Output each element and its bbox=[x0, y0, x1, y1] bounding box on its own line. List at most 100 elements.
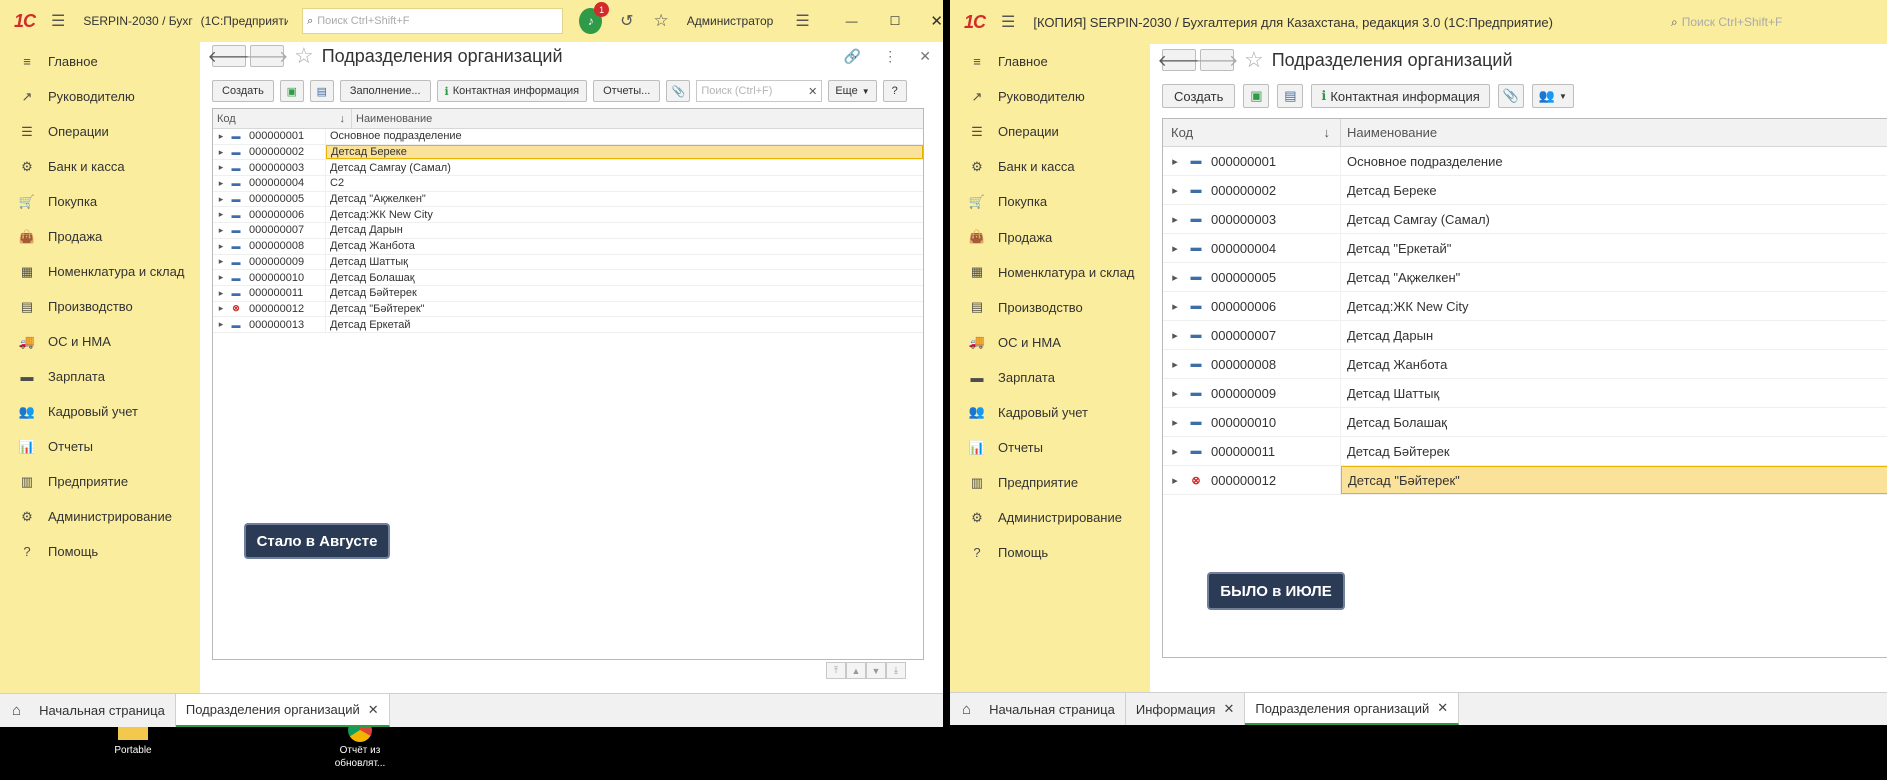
close-form-icon[interactable]: ✕ bbox=[919, 48, 931, 65]
expand-arrow-icon[interactable]: ▸ bbox=[213, 194, 229, 205]
expand-arrow-icon[interactable]: ▸ bbox=[213, 272, 229, 283]
sidebar-item-10[interactable]: 👥 Кадровый учет bbox=[0, 394, 200, 429]
contact-info-button[interactable]: ℹ Контактная информация bbox=[436, 80, 588, 102]
expand-arrow-icon[interactable]: ▸ bbox=[1163, 358, 1187, 371]
expand-arrow-icon[interactable]: ▸ bbox=[213, 256, 229, 267]
forward-button[interactable]: 🡒 bbox=[246, 45, 288, 67]
expand-arrow-icon[interactable]: ▸ bbox=[1163, 474, 1187, 487]
minimize-icon[interactable]: — bbox=[846, 14, 858, 28]
global-search[interactable]: ⌕ Поиск Ctrl+Shift+F bbox=[1667, 9, 1887, 35]
sidebar-item-14[interactable]: ? Помощь bbox=[950, 535, 1150, 570]
table-row[interactable]: ▸ ▬ 000000006 Детсад:ЖК New City bbox=[1163, 292, 1887, 321]
table-row[interactable]: ▸ ▬ 000000007 Детсад Дарын bbox=[213, 223, 923, 239]
sidebar-item-13[interactable]: ⚙ Администрирование bbox=[950, 500, 1150, 535]
menu-icon[interactable]: ☰ bbox=[1001, 12, 1015, 32]
expand-arrow-icon[interactable]: ▸ bbox=[1163, 300, 1187, 313]
prev-page-icon[interactable]: ▲ bbox=[846, 662, 866, 679]
expand-arrow-icon[interactable]: ▸ bbox=[213, 131, 229, 142]
back-button[interactable]: 🡐 bbox=[208, 45, 250, 67]
expand-arrow-icon[interactable]: ▸ bbox=[213, 225, 229, 236]
favorite-star-icon[interactable]: ☆ bbox=[1244, 47, 1264, 73]
expand-arrow-icon[interactable]: ▸ bbox=[213, 303, 229, 314]
sidebar-item-9[interactable]: ▬ Зарплата bbox=[950, 360, 1150, 395]
users-button[interactable]: 👥 ▼ bbox=[1531, 84, 1574, 108]
sidebar-item-9[interactable]: ▬ Зарплата bbox=[0, 359, 200, 394]
table-row[interactable]: ▸ ▬ 000000001 Основное подразделение bbox=[213, 129, 923, 145]
table-row[interactable]: ▸ ▬ 000000008 Детсад Жанбота bbox=[213, 238, 923, 255]
expand-arrow-icon[interactable]: ▸ bbox=[213, 241, 229, 252]
expand-arrow-icon[interactable]: ▸ bbox=[213, 319, 229, 330]
home-icon[interactable]: ⌂ bbox=[950, 693, 979, 725]
sidebar-item-11[interactable]: 📊 Отчеты bbox=[0, 429, 200, 464]
table-row[interactable]: ▸ ▬ 000000007 Детсад Дарын bbox=[1163, 321, 1887, 350]
sidebar-item-0[interactable]: ≡ Главное bbox=[950, 44, 1150, 79]
close-icon[interactable]: ✕ bbox=[930, 12, 943, 30]
form-search-input[interactable]: Поиск (Ctrl+F) ✕ bbox=[696, 80, 823, 102]
expand-arrow-icon[interactable]: ▸ bbox=[213, 288, 229, 299]
copy-button[interactable]: ▣ bbox=[1243, 84, 1270, 108]
expand-arrow-icon[interactable]: ▸ bbox=[213, 162, 229, 173]
table-row[interactable]: ▸ ▬ 000000003 Детсад Самгау (Самал) bbox=[213, 160, 923, 177]
expand-arrow-icon[interactable]: ▸ bbox=[1163, 184, 1187, 197]
sidebar-item-14[interactable]: ? Помощь bbox=[0, 534, 200, 569]
table-row[interactable]: ▸ ▬ 000000011 Детсад Бәйтерек bbox=[213, 285, 923, 302]
expand-arrow-icon[interactable]: ▸ bbox=[1163, 271, 1187, 284]
col-code-header[interactable]: Код ↓ bbox=[1163, 119, 1341, 146]
expand-arrow-icon[interactable]: ▸ bbox=[1163, 387, 1187, 400]
sidebar-item-5[interactable]: 👜 Продажа bbox=[0, 219, 200, 254]
reports-button[interactable]: Отчеты... bbox=[593, 80, 661, 102]
table-row[interactable]: ▸ ⊗ 000000012 Детсад "Бәйтерек" bbox=[1163, 466, 1887, 495]
expand-arrow-icon[interactable]: ▸ bbox=[213, 147, 229, 158]
col-code-header[interactable]: Код ↓ bbox=[213, 109, 352, 128]
table-row[interactable]: ▸ ▬ 000000009 Детсад Шаттық bbox=[1163, 379, 1887, 408]
sidebar-item-1[interactable]: ↗ Руководителю bbox=[0, 79, 200, 114]
contact-info-button[interactable]: ℹ Контактная информация bbox=[1311, 84, 1490, 108]
tab-close-icon[interactable]: ✕ bbox=[1223, 701, 1234, 717]
sidebar-item-11[interactable]: 📊 Отчеты bbox=[950, 430, 1150, 465]
expand-arrow-icon[interactable]: ▸ bbox=[1163, 213, 1187, 226]
list-button[interactable]: ▤ bbox=[1277, 84, 1304, 108]
sidebar-item-8[interactable]: 🚚 ОС и НМА bbox=[0, 324, 200, 359]
table-row[interactable]: ▸ ▬ 000000013 Детсад Еркетай bbox=[213, 317, 923, 333]
sidebar-item-6[interactable]: ▦ Номенклатура и склад bbox=[950, 255, 1150, 290]
link-icon[interactable]: 🔗 bbox=[844, 48, 861, 65]
table-row[interactable]: ▸ ▬ 000000006 Детсад:ЖК New City bbox=[213, 207, 923, 224]
create-button[interactable]: Создать bbox=[1162, 84, 1236, 108]
table-row[interactable]: ▸ ▬ 000000005 Детсад "Ақжелкен" bbox=[213, 191, 923, 208]
notification-bell-icon[interactable]: ♪ 1 bbox=[579, 2, 610, 34]
table-row[interactable]: ▸ ▬ 000000003 Детсад Самгау (Самал) bbox=[1163, 205, 1887, 234]
table-row[interactable]: ▸ ▬ 000000008 Детсад Жанбота bbox=[1163, 350, 1887, 379]
sidebar-item-2[interactable]: ☰ Операции bbox=[0, 114, 200, 149]
tab-close-icon[interactable]: ✕ bbox=[1437, 700, 1448, 716]
copy-button[interactable]: ▣ bbox=[279, 80, 304, 102]
more-vert-icon[interactable]: ⋮ bbox=[883, 48, 897, 65]
table-row[interactable]: ▸ ⊗ 000000012 Детсад "Бәйтерек" bbox=[213, 301, 923, 318]
settings-icon[interactable]: ☰ bbox=[795, 11, 809, 31]
table-row[interactable]: ▸ ▬ 000000002 Детсад Береке bbox=[1163, 176, 1887, 205]
expand-arrow-icon[interactable]: ▸ bbox=[1163, 416, 1187, 429]
sidebar-item-3[interactable]: ⚙ Банк и касса bbox=[0, 149, 200, 184]
tab-0[interactable]: Начальная страница bbox=[29, 694, 176, 727]
sidebar-item-10[interactable]: 👥 Кадровый учет bbox=[950, 395, 1150, 430]
menu-icon[interactable]: ☰ bbox=[51, 11, 65, 31]
expand-arrow-icon[interactable]: ▸ bbox=[1163, 242, 1187, 255]
table-row[interactable]: ▸ ▬ 000000011 Детсад Бәйтерек bbox=[1163, 437, 1887, 466]
home-icon[interactable]: ⌂ bbox=[0, 694, 29, 727]
table-row[interactable]: ▸ ▬ 000000001 Основное подразделение bbox=[1163, 147, 1887, 176]
list-button[interactable]: ▤ bbox=[309, 80, 334, 102]
tab-1[interactable]: Подразделения организаций ✕ bbox=[175, 694, 390, 727]
last-page-icon[interactable]: ⤓ bbox=[886, 662, 906, 679]
sidebar-item-13[interactable]: ⚙ Администрирование bbox=[0, 499, 200, 534]
sidebar-item-8[interactable]: 🚚 ОС и НМА bbox=[950, 325, 1150, 360]
table-row[interactable]: ▸ ▬ 000000004 С2 bbox=[213, 176, 923, 192]
create-button[interactable]: Создать bbox=[212, 80, 274, 102]
attach-button[interactable]: 📎 bbox=[1497, 84, 1524, 108]
sidebar-item-5[interactable]: 👜 Продажа bbox=[950, 219, 1150, 254]
favorites-star-icon[interactable]: ☆ bbox=[653, 11, 668, 31]
next-page-icon[interactable]: ▼ bbox=[866, 662, 886, 679]
expand-arrow-icon[interactable]: ▸ bbox=[213, 209, 229, 220]
sidebar-item-3[interactable]: ⚙ Банк и касса bbox=[950, 149, 1150, 184]
table-row[interactable]: ▸ ▬ 000000009 Детсад Шаттық bbox=[213, 254, 923, 271]
attach-button[interactable]: 📎 bbox=[666, 80, 691, 102]
col-name-header[interactable]: Наименование bbox=[352, 109, 432, 128]
